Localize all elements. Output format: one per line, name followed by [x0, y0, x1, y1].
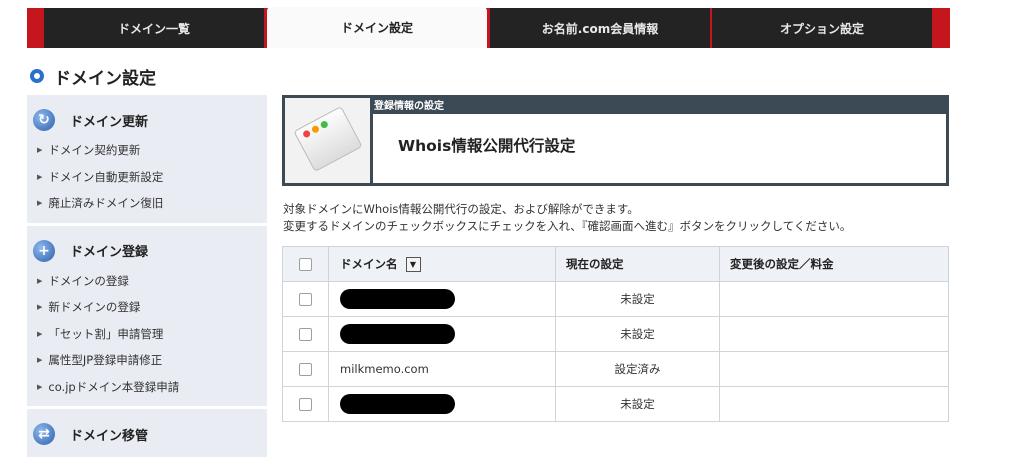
- header-new: 変更後の設定／料金: [719, 246, 949, 282]
- new-setting-cell: [719, 351, 949, 387]
- sidebar-item-set-discount[interactable]: ▶ 「セット割」申請管理: [27, 321, 267, 348]
- sidebar-item-auto-renewal[interactable]: ▶ ドメイン自動更新設定: [27, 164, 267, 191]
- table-row: 未設定: [282, 316, 949, 352]
- arrow-icon: ▶: [37, 172, 43, 181]
- window-icon: [293, 106, 363, 172]
- table-row: 未設定: [282, 281, 949, 317]
- refresh-icon: ↻: [33, 109, 55, 131]
- checkbox-cell: [282, 316, 329, 352]
- redacted-domain: [340, 394, 455, 414]
- description-line-1: 対象ドメインにWhois情報公開代行の設定、および解除ができます。: [283, 202, 639, 216]
- row-checkbox[interactable]: [299, 363, 312, 376]
- tab-member-info[interactable]: お名前.com会員情報: [490, 8, 710, 48]
- page-title-text: ドメイン設定: [54, 68, 156, 89]
- section-header-card: 登録情報の設定 Whois情報公開代行設定: [282, 95, 949, 186]
- transfer-icon: ⇄: [33, 423, 55, 445]
- sidebar-heading-label: ドメイン更新: [70, 114, 149, 130]
- checkbox-cell: [282, 351, 329, 387]
- header-checkbox-cell: [282, 246, 329, 282]
- select-all-checkbox[interactable]: [299, 258, 312, 271]
- settings-illustration: [285, 98, 370, 183]
- domain-cell: [328, 316, 556, 352]
- arrow-icon: ▶: [37, 199, 43, 208]
- section-title-box: Whois情報公開代行設定: [373, 114, 946, 183]
- sidebar-section-registration: + ドメイン登録 ▶ ドメインの登録 ▶ 新ドメインの登録 ▶ 「セット割」申請管理 …: [27, 225, 267, 406]
- sidebar-section-transfer: ⇄ ドメイン移管: [27, 409, 267, 457]
- checkbox-cell: [282, 281, 329, 317]
- tab-domain-list[interactable]: ドメイン一覧: [44, 8, 264, 48]
- sidebar: ↻ ドメイン更新 ▶ ドメイン契約更新 ▶ ドメイン自動更新設定 ▶ 廃止済みドメイン…: [27, 95, 267, 460]
- sort-dropdown-icon[interactable]: ▼: [405, 257, 421, 272]
- domain-cell: [328, 386, 556, 422]
- current-setting-cell: 未設定: [555, 316, 720, 352]
- checkbox-cell: [282, 386, 329, 422]
- row-checkbox[interactable]: [299, 293, 312, 306]
- current-setting-cell: 未設定: [555, 281, 720, 317]
- table-row: 未設定: [282, 386, 949, 422]
- sidebar-item-label: 新ドメインの登録: [48, 300, 141, 315]
- description: 対象ドメインにWhois情報公開代行の設定、および解除ができます。 変更するドメ…: [283, 201, 851, 235]
- arrow-icon: ▶: [37, 303, 43, 312]
- sidebar-item-label: 属性型JP登録申請修正: [48, 353, 163, 368]
- sidebar-item-restore[interactable]: ▶ 廃止済みドメイン復旧: [27, 190, 267, 217]
- sidebar-item-label: co.jpドメイン本登録申請: [48, 379, 180, 394]
- sidebar-item-contract-renewal[interactable]: ▶ ドメイン契約更新: [27, 137, 267, 164]
- sidebar-heading-label: ドメイン移管: [70, 428, 149, 444]
- sidebar-item-cojp[interactable]: ▶ co.jpドメイン本登録申請: [27, 374, 267, 401]
- sidebar-section-renewal: ↻ ドメイン更新 ▶ ドメイン契約更新 ▶ ドメイン自動更新設定 ▶ 廃止済みドメイン…: [27, 95, 267, 223]
- current-setting-cell: 設定済み: [555, 351, 720, 387]
- table-row: milkmemo.com 設定済み: [282, 351, 949, 387]
- current-setting-cell: 未設定: [555, 386, 720, 422]
- new-setting-cell: [719, 386, 949, 422]
- tab-option-settings[interactable]: オプション設定: [712, 8, 932, 48]
- domain-cell: [328, 281, 556, 317]
- sidebar-item-domain-register[interactable]: ▶ ドメインの登録: [27, 268, 267, 295]
- sidebar-heading-label: ドメイン登録: [70, 245, 149, 260]
- redacted-domain: [340, 289, 455, 309]
- section-subtitle: 登録情報の設定: [374, 101, 444, 112]
- plus-icon: +: [33, 239, 55, 262]
- sidebar-item-label: ドメイン契約更新: [48, 143, 141, 158]
- header-current: 現在の設定: [555, 246, 720, 282]
- section-title: Whois情報公開代行設定: [398, 137, 576, 155]
- sidebar-item-label: ドメインの登録: [48, 273, 129, 288]
- new-setting-cell: [719, 316, 949, 352]
- sidebar-item-jp-fix[interactable]: ▶ 属性型JP登録申請修正: [27, 347, 267, 374]
- sidebar-heading-transfer[interactable]: ⇄ ドメイン移管: [27, 417, 267, 451]
- domain-table: ドメイン名 ▼ 現在の設定 変更後の設定／料金 未設定 未設定 milkmemo.…: [282, 246, 949, 422]
- arrow-icon: ▶: [37, 356, 43, 365]
- row-checkbox[interactable]: [299, 328, 312, 341]
- sidebar-item-label: ドメイン自動更新設定: [48, 169, 164, 184]
- sidebar-heading-registration: + ドメイン登録: [27, 234, 267, 268]
- new-setting-cell: [719, 281, 949, 317]
- header-domain: ドメイン名 ▼: [328, 246, 556, 282]
- arrow-icon: ▶: [37, 276, 43, 285]
- table-header-row: ドメイン名 ▼ 現在の設定 変更後の設定／料金: [282, 246, 949, 282]
- top-nav: ドメイン一覧 ドメイン設定 お名前.com会員情報 オプション設定: [27, 7, 950, 48]
- tab-domain-settings[interactable]: ドメイン設定: [267, 7, 487, 48]
- bullet-icon: [30, 69, 44, 83]
- sidebar-item-new-domain[interactable]: ▶ 新ドメインの登録: [27, 294, 267, 321]
- domain-cell: milkmemo.com: [328, 351, 556, 387]
- header-domain-label: ドメイン名: [340, 257, 398, 271]
- arrow-icon: ▶: [37, 146, 43, 155]
- sidebar-item-label: 「セット割」申請管理: [48, 326, 164, 341]
- page-title: ドメイン設定: [30, 64, 156, 89]
- arrow-icon: ▶: [37, 329, 43, 338]
- redacted-domain: [340, 324, 455, 344]
- row-checkbox[interactable]: [299, 398, 312, 411]
- arrow-icon: ▶: [37, 382, 43, 391]
- sidebar-heading-renewal: ↻ ドメイン更新: [27, 103, 267, 137]
- sidebar-item-label: 廃止済みドメイン復旧: [48, 196, 164, 211]
- description-line-2: 変更するドメインのチェックボックスにチェックを入れ、『確認画面へ進む』ボタンをク…: [283, 219, 852, 233]
